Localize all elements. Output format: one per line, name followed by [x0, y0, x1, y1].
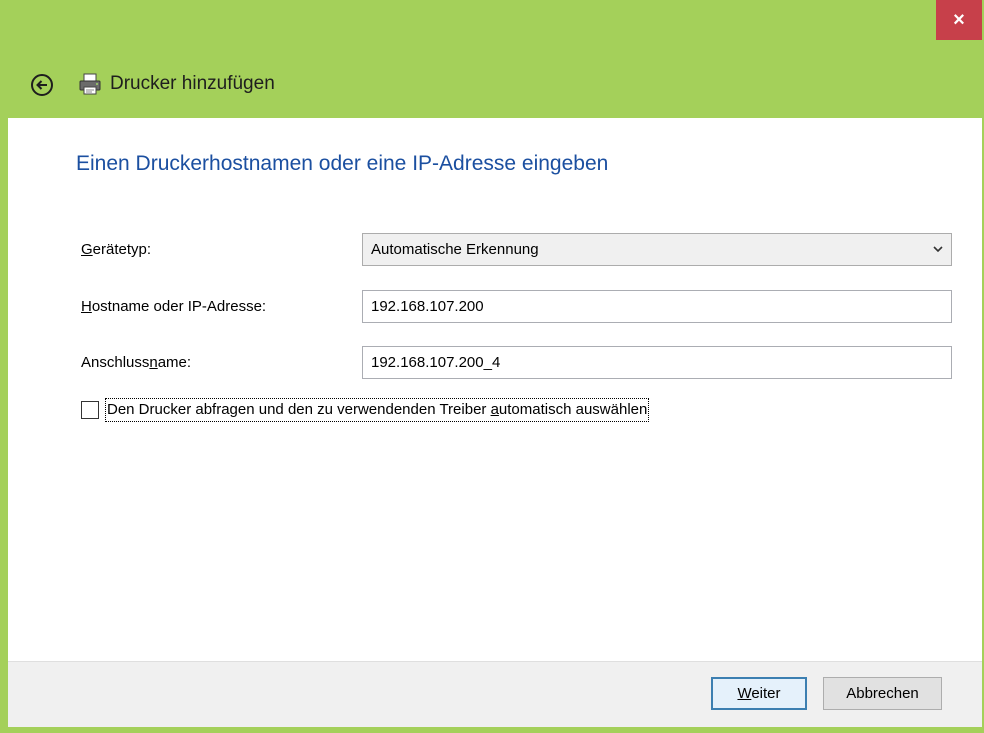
- hostname-input[interactable]: 192.168.107.200: [362, 290, 952, 323]
- page-heading: Einen Druckerhostnamen oder eine IP-Adre…: [76, 152, 609, 175]
- auto-driver-checkbox[interactable]: [81, 401, 99, 419]
- next-button[interactable]: Weiter: [711, 677, 807, 710]
- port-name-label: Anschlussname:: [81, 354, 192, 371]
- device-type-value: Automatische Erkennung: [371, 241, 539, 258]
- hostname-value: 192.168.107.200: [371, 298, 484, 315]
- hostname-label: Hostname oder IP-Adresse:: [81, 298, 267, 315]
- content-area: [8, 118, 982, 661]
- chevron-down-icon: [933, 246, 943, 253]
- port-name-value: 192.168.107.200_4: [371, 354, 501, 371]
- printer-icon: [77, 71, 103, 97]
- window-title: Drucker hinzufügen: [110, 73, 275, 94]
- close-icon: ×: [953, 9, 965, 31]
- back-arrow-icon: [31, 74, 53, 96]
- auto-driver-label[interactable]: Den Drucker abfragen und den zu verwende…: [105, 398, 650, 422]
- cancel-button[interactable]: Abbrechen: [823, 677, 942, 710]
- close-button[interactable]: ×: [936, 0, 982, 40]
- dialog-window: × Drucker hinzufügen Einen Druckerhostna…: [0, 0, 984, 733]
- port-name-input[interactable]: 192.168.107.200_4: [362, 346, 952, 379]
- back-button[interactable]: [30, 73, 54, 97]
- device-type-select[interactable]: Automatische Erkennung: [362, 233, 952, 266]
- auto-driver-option[interactable]: Den Drucker abfragen und den zu verwende…: [81, 398, 650, 422]
- device-type-label: Gerätetyp:: [81, 241, 152, 258]
